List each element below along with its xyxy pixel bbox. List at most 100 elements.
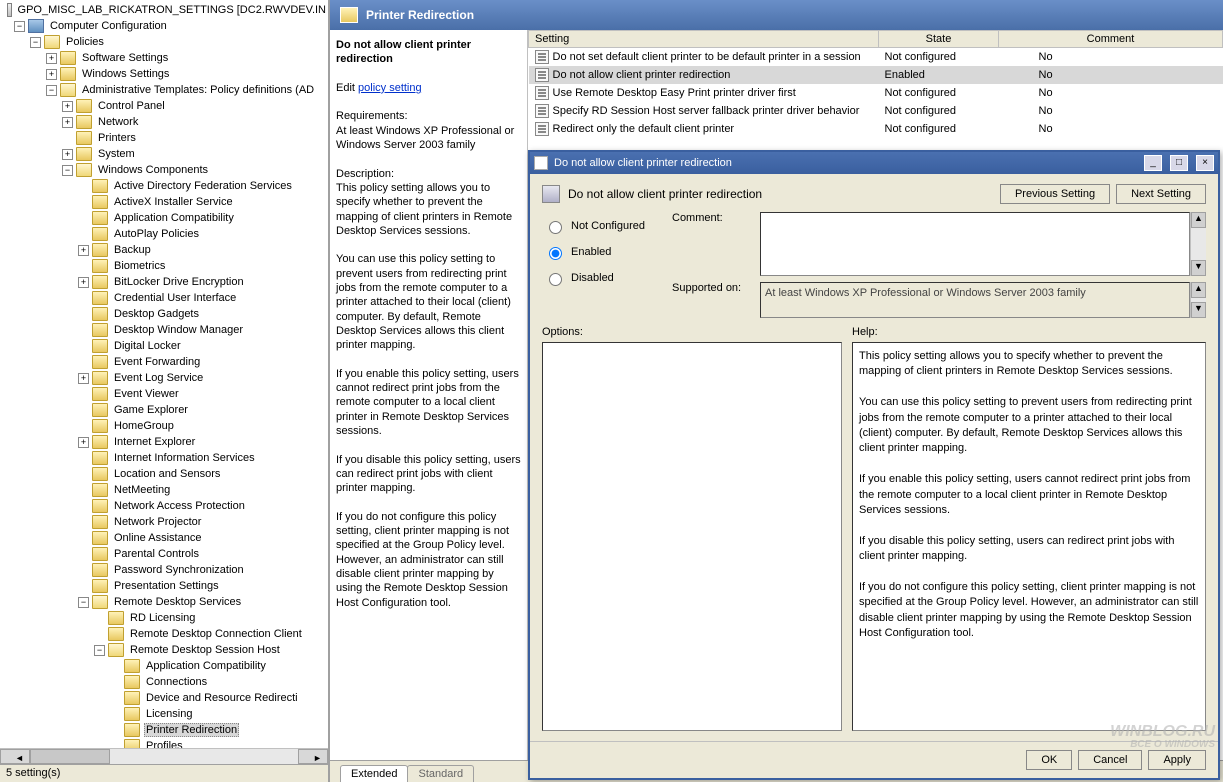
radio-not-configured[interactable]: Not Configured bbox=[544, 218, 660, 234]
expand-icon[interactable]: + bbox=[46, 69, 57, 80]
tree-item[interactable]: Game Explorer bbox=[0, 402, 328, 418]
expand-icon[interactable]: + bbox=[62, 117, 73, 128]
tree-item[interactable]: Event Viewer bbox=[0, 386, 328, 402]
apply-button[interactable]: Apply bbox=[1148, 750, 1206, 770]
expand-icon[interactable]: + bbox=[62, 149, 73, 160]
tree-item[interactable]: Application Compatibility bbox=[0, 210, 328, 226]
tree-item[interactable]: Biometrics bbox=[0, 258, 328, 274]
previous-setting-button[interactable]: Previous Setting bbox=[1000, 184, 1110, 204]
tree-item[interactable]: +BitLocker Drive Encryption bbox=[0, 274, 328, 290]
supported-label: Supported on: bbox=[672, 282, 752, 318]
tree-label: Presentation Settings bbox=[112, 580, 221, 592]
tree-item[interactable]: Network Access Protection bbox=[0, 498, 328, 514]
tree-item[interactable]: +Backup bbox=[0, 242, 328, 258]
tree-control-panel[interactable]: +Control Panel bbox=[0, 98, 328, 114]
collapse-icon[interactable]: − bbox=[30, 37, 41, 48]
tree-item[interactable]: +Internet Explorer bbox=[0, 434, 328, 450]
tree-item[interactable]: NetMeeting bbox=[0, 482, 328, 498]
tree-system[interactable]: +System bbox=[0, 146, 328, 162]
expand-icon[interactable]: + bbox=[78, 277, 89, 288]
expand-icon[interactable]: + bbox=[46, 53, 57, 64]
tree-item[interactable]: RD Licensing bbox=[0, 610, 328, 626]
collapse-icon[interactable]: − bbox=[14, 21, 25, 32]
dialog-icon bbox=[534, 156, 548, 170]
tree-admin-templates[interactable]: −Administrative Templates: Policy defini… bbox=[0, 82, 328, 98]
tree-rdsh[interactable]: −Remote Desktop Session Host bbox=[0, 642, 328, 658]
tree-software-settings[interactable]: +Software Settings bbox=[0, 50, 328, 66]
tree-item[interactable]: Desktop Window Manager bbox=[0, 322, 328, 338]
dialog-titlebar[interactable]: Do not allow client printer redirection … bbox=[530, 152, 1218, 174]
expand-icon[interactable]: + bbox=[78, 437, 89, 448]
tree-scroll[interactable]: GPO_MISC_LAB_RICKATRON_SETTINGS [DC2.RWV… bbox=[0, 0, 328, 748]
collapse-icon[interactable]: − bbox=[62, 165, 73, 176]
cancel-button[interactable]: Cancel bbox=[1078, 750, 1142, 770]
tree-item[interactable]: Presentation Settings bbox=[0, 578, 328, 594]
expand-icon[interactable]: + bbox=[62, 101, 73, 112]
collapse-icon[interactable]: − bbox=[46, 85, 57, 96]
policy-dialog: Do not allow client printer redirection … bbox=[528, 150, 1220, 780]
folder-icon bbox=[92, 307, 108, 321]
scrollbar[interactable]: ▲▼ bbox=[1190, 282, 1206, 318]
tree-item[interactable]: Licensing bbox=[0, 706, 328, 722]
tree-root[interactable]: GPO_MISC_LAB_RICKATRON_SETTINGS [DC2.RWV… bbox=[0, 2, 328, 18]
table-row[interactable]: Do not set default client printer to be … bbox=[529, 48, 1223, 67]
expand-icon[interactable]: + bbox=[78, 245, 89, 256]
radio-disabled[interactable]: Disabled bbox=[544, 270, 660, 286]
radio-enabled[interactable]: Enabled bbox=[544, 244, 660, 260]
maximize-button[interactable]: □ bbox=[1170, 155, 1188, 171]
tree-computer-config[interactable]: −Computer Configuration bbox=[0, 18, 328, 34]
tree-item[interactable]: Remote Desktop Connection Client bbox=[0, 626, 328, 642]
tree-item[interactable]: Event Forwarding bbox=[0, 354, 328, 370]
tab-extended[interactable]: Extended bbox=[340, 765, 408, 782]
tree-windows-settings[interactable]: +Windows Settings bbox=[0, 66, 328, 82]
tree-item[interactable]: Device and Resource Redirecti bbox=[0, 690, 328, 706]
tree-item[interactable]: Password Synchronization bbox=[0, 562, 328, 578]
tree-item[interactable]: Digital Locker bbox=[0, 338, 328, 354]
ok-button[interactable]: OK bbox=[1026, 750, 1072, 770]
edit-policy-link[interactable]: policy setting bbox=[358, 82, 422, 94]
tree-item[interactable]: Profiles bbox=[0, 738, 328, 748]
tree-policies[interactable]: −Policies bbox=[0, 34, 328, 50]
minimize-button[interactable]: _ bbox=[1144, 155, 1162, 171]
close-button[interactable]: × bbox=[1196, 155, 1214, 171]
tab-standard[interactable]: Standard bbox=[407, 765, 474, 782]
table-row[interactable]: Do not allow client printer redirectionE… bbox=[529, 66, 1223, 84]
tree-item[interactable]: Desktop Gadgets bbox=[0, 306, 328, 322]
tree-item[interactable]: ActiveX Installer Service bbox=[0, 194, 328, 210]
tree-item[interactable]: Location and Sensors bbox=[0, 466, 328, 482]
tree-item[interactable]: HomeGroup bbox=[0, 418, 328, 434]
tree-item[interactable]: Internet Information Services bbox=[0, 450, 328, 466]
table-row[interactable]: Redirect only the default client printer… bbox=[529, 120, 1223, 138]
collapse-icon[interactable]: − bbox=[78, 597, 89, 608]
next-setting-button[interactable]: Next Setting bbox=[1116, 184, 1206, 204]
col-comment[interactable]: Comment bbox=[999, 31, 1223, 48]
collapse-icon[interactable]: − bbox=[94, 645, 105, 656]
tree-network[interactable]: +Network bbox=[0, 114, 328, 130]
comment-input[interactable] bbox=[760, 212, 1190, 276]
col-setting[interactable]: Setting bbox=[529, 31, 879, 48]
table-row[interactable]: Use Remote Desktop Easy Print printer dr… bbox=[529, 84, 1223, 102]
tree-item[interactable]: Application Compatibility bbox=[0, 658, 328, 674]
help-box[interactable]: This policy setting allows you to specif… bbox=[852, 342, 1206, 731]
setting-icon bbox=[535, 86, 549, 100]
tree-item[interactable]: Online Assistance bbox=[0, 530, 328, 546]
tree-item[interactable]: Network Projector bbox=[0, 514, 328, 530]
tree-item[interactable]: +Event Log Service bbox=[0, 370, 328, 386]
tree-rds[interactable]: −Remote Desktop Services bbox=[0, 594, 328, 610]
tree-item[interactable]: Active Directory Federation Services bbox=[0, 178, 328, 194]
expand-icon[interactable]: + bbox=[78, 373, 89, 384]
col-state[interactable]: State bbox=[879, 31, 999, 48]
tree-item[interactable]: AutoPlay Policies bbox=[0, 226, 328, 242]
tree-label: Digital Locker bbox=[112, 340, 183, 352]
tree-printer-redirection[interactable]: Printer Redirection bbox=[0, 722, 328, 738]
tree-windows-components[interactable]: −Windows Components bbox=[0, 162, 328, 178]
status-text: 5 setting(s) bbox=[6, 767, 60, 779]
tree-item[interactable]: Credential User Interface bbox=[0, 290, 328, 306]
options-box[interactable] bbox=[542, 342, 842, 731]
tree-item[interactable]: Parental Controls bbox=[0, 546, 328, 562]
scrollbar[interactable]: ▲▼ bbox=[1190, 212, 1206, 276]
tree-printers[interactable]: Printers bbox=[0, 130, 328, 146]
tree-item[interactable]: Connections bbox=[0, 674, 328, 690]
horizontal-scrollbar[interactable]: ◄► bbox=[0, 748, 328, 764]
table-row[interactable]: Specify RD Session Host server fallback … bbox=[529, 102, 1223, 120]
